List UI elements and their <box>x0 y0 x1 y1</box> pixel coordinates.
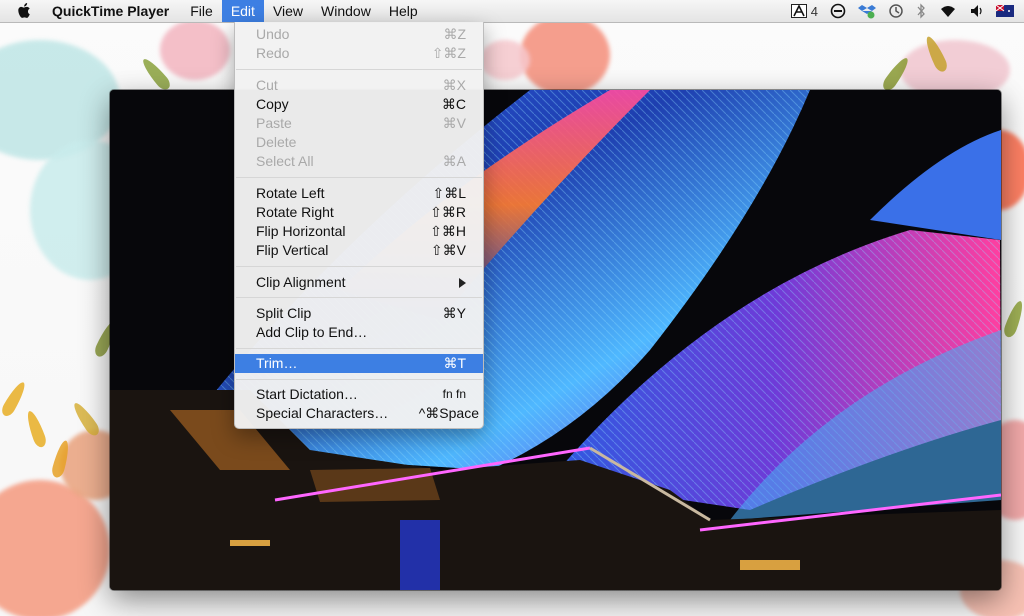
menu-item-split-clip[interactable]: Split Clip ⌘Y <box>235 304 483 323</box>
menu-item-rotate-left[interactable]: Rotate Left ⇧⌘L <box>235 184 483 203</box>
no-entry-icon[interactable] <box>830 3 846 19</box>
menu-item-start-dictation[interactable]: Start Dictation… fn fn <box>235 385 483 404</box>
menu-separator <box>236 379 482 380</box>
menu-view[interactable]: View <box>264 0 312 22</box>
status-menus: 4 <box>790 0 1014 22</box>
bluetooth-icon[interactable] <box>916 3 926 19</box>
menu-item-rotate-right[interactable]: Rotate Right ⇧⌘R <box>235 203 483 222</box>
menu-edit[interactable]: Edit <box>221 0 264 22</box>
wifi-icon[interactable] <box>938 3 958 19</box>
apple-menu-icon[interactable] <box>14 0 36 22</box>
menu-item-flip-vertical[interactable]: Flip Vertical ⇧⌘V <box>235 241 483 260</box>
menu-item-paste[interactable]: Paste ⌘V <box>235 114 483 133</box>
adobe-icon[interactable]: 4 <box>790 3 818 19</box>
menu-separator <box>236 348 482 349</box>
volume-icon[interactable] <box>970 3 984 19</box>
menu-item-redo[interactable]: Redo ⇧⌘Z <box>235 44 483 63</box>
menu-help[interactable]: Help <box>380 0 427 22</box>
dropbox-sync-icon[interactable] <box>858 3 876 19</box>
menu-item-cut[interactable]: Cut ⌘X <box>235 76 483 95</box>
flag-icon[interactable] <box>996 3 1014 19</box>
menu-separator <box>236 69 482 70</box>
app-menu[interactable]: QuickTime Player <box>46 0 181 22</box>
time-machine-icon[interactable] <box>888 3 904 19</box>
menu-item-add-clip-to-end[interactable]: Add Clip to End… <box>235 323 483 342</box>
menu-separator <box>236 297 482 298</box>
menu-window[interactable]: Window <box>312 0 380 22</box>
submenu-arrow-icon <box>459 278 466 288</box>
menu-file[interactable]: File <box>181 0 222 22</box>
menu-item-undo[interactable]: Undo ⌘Z <box>235 25 483 44</box>
menu-item-trim[interactable]: Trim… ⌘T <box>235 354 483 373</box>
menu-separator <box>236 177 482 178</box>
menu-item-delete[interactable]: Delete <box>235 133 483 152</box>
menu-item-clip-alignment[interactable]: Clip Alignment <box>235 273 483 292</box>
menu-item-copy[interactable]: Copy ⌘C <box>235 95 483 114</box>
menu-item-select-all[interactable]: Select All ⌘A <box>235 152 483 171</box>
edit-menu: Undo ⌘Z Redo ⇧⌘Z Cut ⌘X Copy ⌘C Paste ⌘V Dele… <box>234 22 484 429</box>
menu-item-special-characters[interactable]: Special Characters… ^⌘Space <box>235 404 483 423</box>
menu-item-flip-horizontal[interactable]: Flip Horizontal ⇧⌘H <box>235 222 483 241</box>
menu-bar: QuickTime Player File Edit View Window H… <box>0 0 1024 23</box>
adobe-badge: 4 <box>810 3 818 19</box>
menu-separator <box>236 266 482 267</box>
